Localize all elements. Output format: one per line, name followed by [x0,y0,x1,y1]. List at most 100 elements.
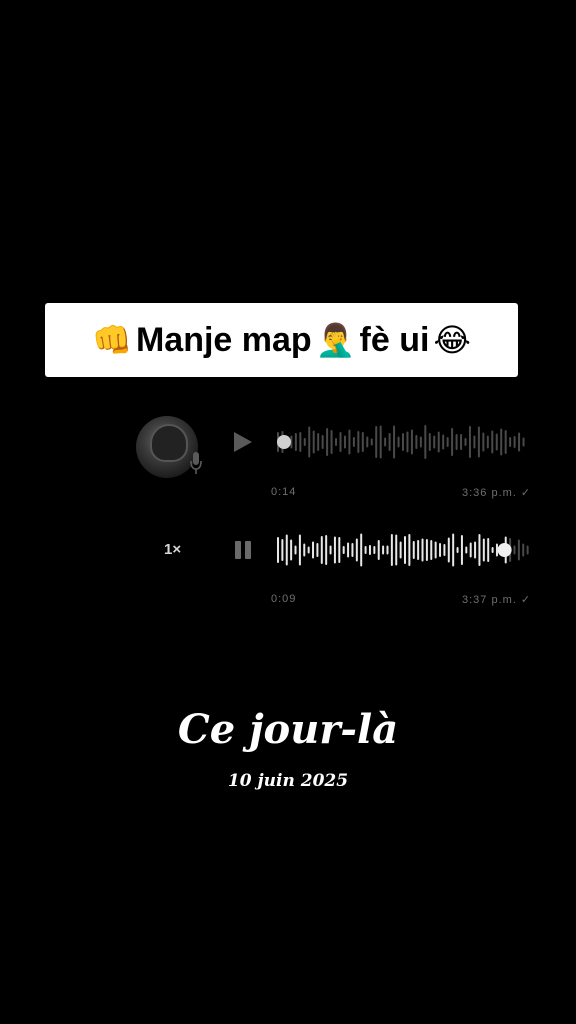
waveform-bar [434,541,437,559]
pause-icon[interactable] [233,539,253,561]
waveform-bar [342,546,345,554]
waveform-bar [370,438,373,446]
waveform-bar [460,434,463,450]
waveform-bar [410,429,413,455]
waveform-bar [384,437,387,447]
waveform-bar [379,425,382,459]
waveform-bar [339,432,342,452]
waveform-bar [333,536,336,564]
waveform-bar [456,547,459,553]
waveform-bar [368,545,371,555]
waveform-bar [500,428,503,456]
waveform-bar [482,432,485,452]
waveform-bar [469,542,472,558]
waveform-bar [338,537,341,563]
waveform-bar [303,438,306,446]
waveform-bar [294,545,297,555]
waveform-bar [355,538,358,562]
waveform-bar [491,547,494,553]
waveform-bar [351,543,354,557]
waveform-bar [477,426,480,458]
waveform-bar [491,430,494,454]
waveform-bar [495,433,498,451]
waveform-bar [303,543,306,557]
waveform-bar [404,536,406,564]
scrubber-handle[interactable] [497,543,512,557]
waveform-bar [437,431,440,453]
waveform-bar [343,435,346,449]
waveform-bar [522,543,525,557]
waveform-bar [375,426,378,458]
waveform-bar [451,428,454,456]
waveform-bar [487,538,490,562]
waveform-bar [417,540,420,560]
waveform-bar [513,436,516,448]
waveform-bar [390,534,393,566]
timestamp-2-text: 3:37 p.m. [462,594,517,606]
timestamp-1: 3:36 p.m. ✓ [462,486,531,499]
waveform-bar [406,431,409,453]
waveform-bar [447,537,450,563]
waveform-bar [443,544,446,556]
waveform-bar [425,539,428,561]
avatar[interactable] [136,416,198,478]
caption-text-2: fè ui [359,320,430,359]
waveform-bar [320,536,323,564]
mic-icon [190,452,202,474]
waveform-2[interactable] [276,530,532,570]
waveform-bar [518,432,521,452]
waveform-bar [364,546,367,554]
waveform-bar [348,429,351,455]
waveform-bar [408,534,411,566]
waveform-bar [482,538,485,562]
laugh-emoji-icon: 😂 [433,322,471,358]
timestamp-2: 3:37 p.m. ✓ [462,593,531,606]
page-title: Ce jour-là [177,706,399,753]
waveform-bar [316,543,319,557]
waveform-bar [361,432,364,452]
waveform-bar [360,533,363,567]
waveform-bar [428,433,431,451]
waveform-bar [307,546,310,554]
waveform-1[interactable] [276,422,528,462]
waveform-bar [395,534,398,566]
waveform-bar [312,541,315,559]
waveform-bar [504,430,507,454]
waveform-bar [377,540,380,560]
waveform-bar [430,540,433,560]
play-icon[interactable] [232,430,254,454]
playback-speed-button[interactable]: 1× [164,541,181,558]
waveform-bar [468,426,471,458]
scrubber-handle[interactable] [277,435,291,449]
waveform-bar [317,433,320,451]
waveform-bar [352,437,355,447]
waveform-bar [285,534,288,566]
waveform-bar [281,539,284,561]
waveform-bar [465,546,468,554]
checkmark-icon: ✓ [520,487,532,499]
waveform-bar [473,435,476,449]
fist-emoji-icon: 👊 [92,322,132,358]
caption-text-1: Manje map [135,320,312,359]
waveform-bar [526,545,529,555]
waveform-bar [382,545,385,555]
checkmark-icon: ✓ [520,594,532,606]
waveform-bar [325,535,328,565]
waveform-bar [517,539,520,561]
waveform-bar [455,434,458,450]
waveform-bar [402,433,404,451]
waveform-bar [366,436,369,448]
waveform-bar [299,432,302,452]
waveform-bar [433,435,436,449]
waveform-bar [326,428,329,456]
waveform-bar [357,431,360,453]
duration-1: 0:14 [271,486,297,498]
waveform-bar [424,425,427,459]
waveform-bar [312,430,315,454]
waveform-bar [290,539,293,561]
waveform-bar [399,541,402,559]
waveform-bar [386,545,389,555]
waveform-bar [474,541,477,559]
waveform-bar [298,534,301,566]
waveform-bar [373,546,376,554]
